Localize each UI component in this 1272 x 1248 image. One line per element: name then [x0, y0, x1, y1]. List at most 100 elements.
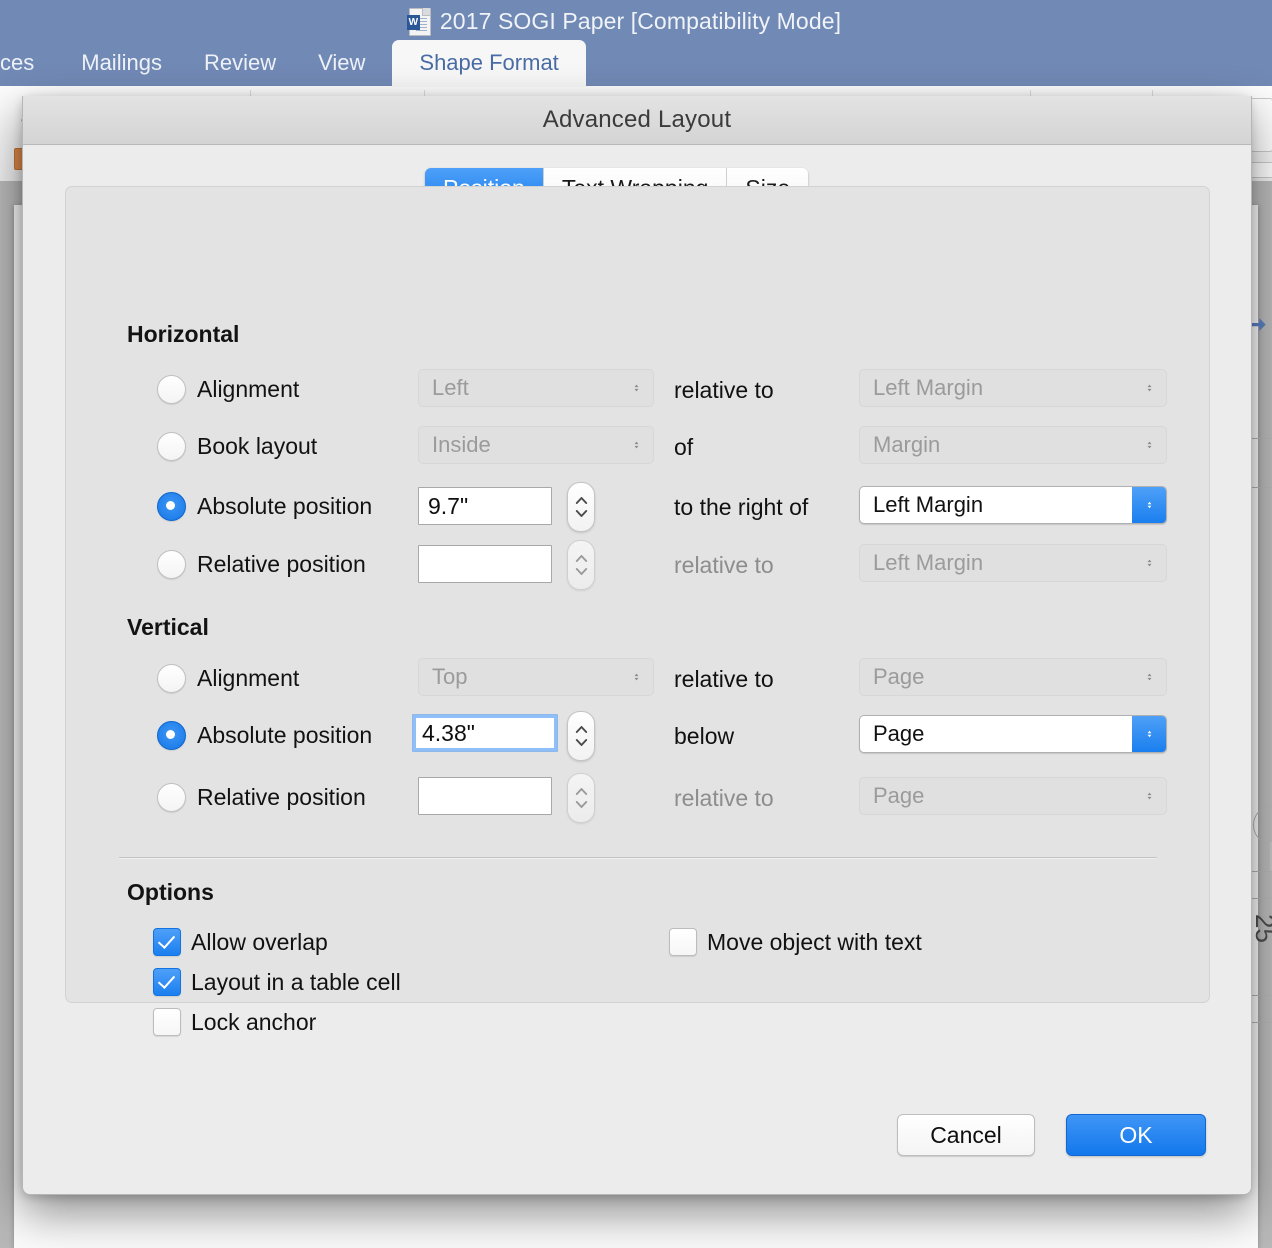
horizontal-relative-relation-label: relative to — [674, 552, 774, 578]
word-document-icon: W — [406, 7, 431, 36]
radio-indicator[interactable] — [157, 549, 186, 579]
radio-indicator[interactable] — [157, 431, 186, 461]
vertical-absolute-position-stepper[interactable] — [567, 711, 595, 761]
screen: ‹ ➞ 25 — [0, 0, 1272, 1248]
ribbon-tab-view[interactable]: View — [297, 50, 386, 86]
checkbox-indicator[interactable] — [669, 928, 697, 956]
vertical-relative-position-radio[interactable]: Relative position — [157, 777, 366, 817]
checkbox-indicator[interactable] — [153, 928, 181, 956]
chevron-updown-icon — [1132, 778, 1166, 814]
checkbox-label: Allow overlap — [191, 928, 328, 955]
chevron-updown-icon — [619, 427, 653, 463]
chevron-updown-icon — [1132, 487, 1166, 523]
checkbox-indicator[interactable] — [153, 968, 181, 996]
radio-indicator[interactable] — [157, 663, 186, 693]
horizontal-absolute-reference-select[interactable]: Left Margin — [859, 486, 1167, 524]
options-divider — [119, 857, 1157, 859]
checkbox-layout-in-table-cell[interactable]: Layout in a table cell — [153, 968, 401, 996]
word-title-bar: W 2017 SOGI Paper [Compatibility Mode] — [0, 0, 1272, 42]
ribbon-tab-bar: ces Mailings Review View Shape Format — [0, 40, 1272, 87]
horizontal-alignment-reference-select[interactable]: Left Margin — [859, 369, 1167, 407]
checkbox-allow-overlap[interactable]: Allow overlap — [153, 928, 328, 956]
ribbon-tab-references[interactable]: ces — [0, 50, 60, 86]
chevron-updown-icon — [1132, 370, 1166, 406]
select-value: Margin — [873, 432, 941, 457]
vertical-relative-position-stepper[interactable] — [567, 773, 595, 823]
select-value: Page — [873, 721, 925, 746]
vertical-relative-position-input[interactable] — [418, 777, 552, 815]
input-value: 9.7" — [428, 492, 469, 519]
stepper-up-icon — [575, 497, 587, 504]
horizontal-relative-position-stepper[interactable] — [567, 540, 595, 590]
stepper-up-icon — [575, 726, 587, 733]
horizontal-alignment-radio[interactable]: Alignment — [157, 369, 299, 409]
horizontal-relative-position-input[interactable] — [418, 545, 552, 583]
checkbox-indicator[interactable] — [153, 1008, 181, 1036]
horizontal-absolute-position-radio[interactable]: Absolute position — [157, 486, 372, 526]
stepper-down-icon — [575, 568, 587, 575]
window-title: 2017 SOGI Paper [Compatibility Mode] — [439, 7, 842, 34]
dialog-title: Advanced Layout — [542, 106, 732, 133]
select-value: Inside — [432, 432, 491, 457]
select-value: Page — [873, 664, 925, 689]
vertical-relative-reference-select[interactable]: Page — [859, 777, 1167, 815]
horizontal-absolute-position-stepper[interactable] — [567, 482, 595, 532]
radio-indicator-selected[interactable] — [157, 720, 186, 750]
radio-label: Alignment — [197, 664, 300, 691]
horizontal-book-layout-relation-label: of — [674, 434, 694, 460]
select-value: Top — [432, 664, 468, 689]
ribbon-tab-mailings[interactable]: Mailings — [60, 50, 183, 86]
stepper-down-icon — [575, 801, 587, 808]
document-shape-circle — [1253, 805, 1272, 845]
position-panel: Horizontal Alignment Left relative to Le… — [65, 186, 1210, 1036]
chevron-updown-icon — [619, 659, 653, 695]
horizontal-book-layout-reference-select[interactable]: Margin — [859, 426, 1167, 464]
radio-indicator[interactable] — [157, 782, 186, 812]
input-value: 4.38" — [422, 719, 475, 746]
radio-indicator[interactable] — [157, 374, 186, 404]
vertical-absolute-position-input[interactable]: 4.38" — [412, 714, 558, 752]
ok-button[interactable]: OK — [1066, 1114, 1206, 1156]
toolbar-chip[interactable] — [1249, 98, 1272, 152]
chevron-updown-icon — [1132, 659, 1166, 695]
stepper-down-icon — [575, 739, 587, 746]
horizontal-absolute-position-input[interactable]: 9.7" — [418, 487, 552, 525]
vertical-absolute-position-radio[interactable]: Absolute position — [157, 715, 372, 755]
checkbox-move-object-with-text[interactable]: Move object with text — [669, 928, 922, 956]
horizontal-relative-reference-select[interactable]: Left Margin — [859, 544, 1167, 582]
horizontal-book-layout-select[interactable]: Inside — [418, 426, 654, 464]
horizontal-book-layout-radio[interactable]: Book layout — [157, 426, 317, 466]
radio-label: Absolute position — [197, 492, 373, 519]
vertical-heading: Vertical — [127, 614, 209, 640]
checkbox-label: Lock anchor — [191, 1008, 317, 1035]
vertical-absolute-reference-select[interactable]: Page — [859, 715, 1167, 753]
cancel-button[interactable]: Cancel — [897, 1114, 1035, 1156]
vertical-alignment-radio[interactable]: Alignment — [157, 658, 299, 698]
dialog-title-bar: Advanced Layout — [23, 96, 1251, 145]
stepper-up-icon — [575, 555, 587, 562]
stepper-down-icon — [575, 510, 587, 517]
chevron-updown-icon — [1132, 545, 1166, 581]
vertical-relative-relation-label: relative to — [674, 785, 774, 811]
select-value: Left Margin — [873, 375, 984, 400]
chevron-updown-icon — [1132, 716, 1166, 752]
checkbox-label: Layout in a table cell — [191, 968, 401, 995]
horizontal-alignment-select[interactable]: Left — [418, 369, 654, 407]
checkbox-label: Move object with text — [707, 928, 922, 955]
ribbon-tab-shape-format[interactable]: Shape Format — [392, 40, 586, 87]
advanced-layout-dialog: Advanced Layout Position Text Wrapping S… — [22, 96, 1252, 1195]
vertical-alignment-select[interactable]: Top — [418, 658, 654, 696]
radio-indicator-selected[interactable] — [157, 491, 186, 521]
ribbon-tab-review[interactable]: Review — [183, 50, 297, 86]
checkbox-lock-anchor[interactable]: Lock anchor — [153, 1008, 316, 1036]
select-value: Left Margin — [873, 492, 984, 517]
vertical-alignment-relation-label: relative to — [674, 666, 774, 692]
stepper-up-icon — [575, 788, 587, 795]
horizontal-relative-position-radio[interactable]: Relative position — [157, 544, 366, 584]
word-badge-letter: W — [406, 15, 420, 30]
select-value: Page — [873, 783, 925, 808]
horizontal-alignment-relation-label: relative to — [674, 377, 774, 403]
horizontal-absolute-relation-label: to the right of — [674, 494, 809, 520]
document-label: 25 — [1249, 914, 1272, 943]
vertical-alignment-reference-select[interactable]: Page — [859, 658, 1167, 696]
